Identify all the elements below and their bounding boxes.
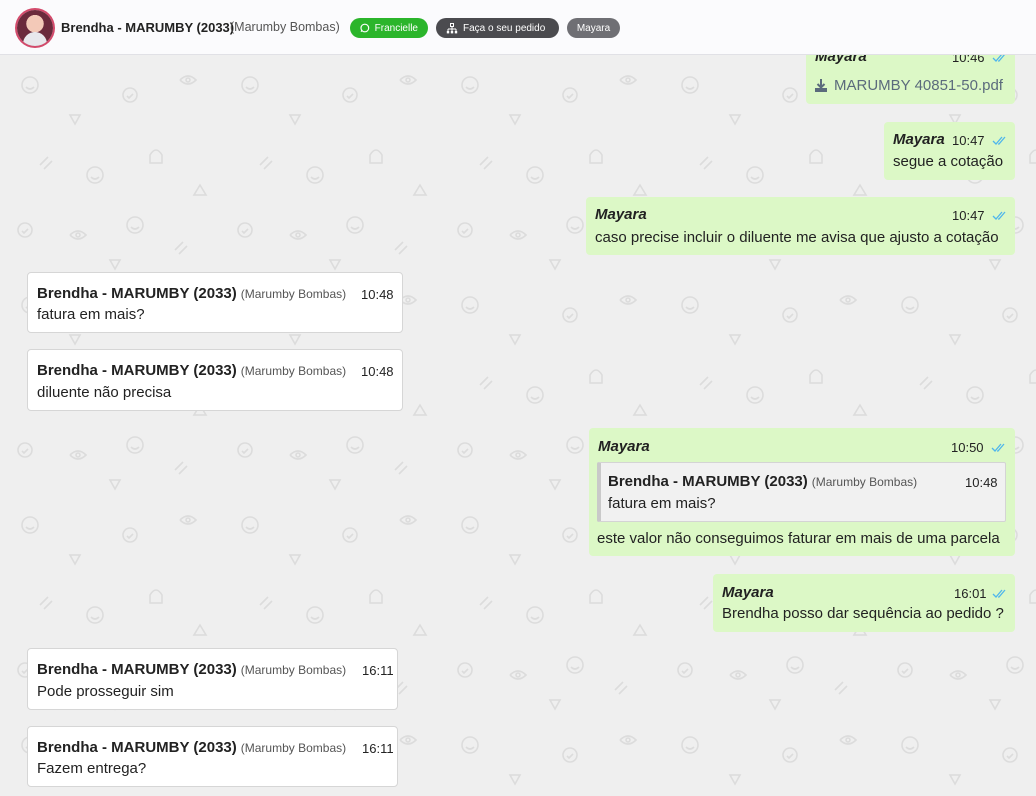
network-icon: [446, 22, 458, 33]
message-incoming[interactable]: Brendha - MARUMBY (2033) (Marumby Bombas)…: [27, 726, 398, 787]
message-sender: Mayara: [598, 438, 650, 455]
read-ticks-icon: [992, 136, 1006, 145]
file-attachment-link[interactable]: MARUMBY 40851-50.pdf: [814, 77, 1003, 94]
message-sender: Brendha - MARUMBY (2033) (Marumby Bombas): [37, 739, 347, 756]
message-sender: Mayara: [595, 206, 647, 223]
message-text: caso precise incluir o diluente me avisa…: [595, 229, 999, 246]
read-ticks-icon: [992, 211, 1006, 220]
message-incoming[interactable]: Brendha - MARUMBY (2033) (Marumby Bombas)…: [27, 648, 398, 710]
message-text: este valor não conseguimos faturar em ma…: [597, 530, 1000, 547]
message-text: diluente não precisa: [37, 384, 172, 401]
order-tag-label: Faça o seu pedido: [463, 22, 546, 34]
message-time: 10:47: [952, 208, 985, 223]
agent-tag-label: Francielle: [374, 22, 418, 34]
sender-company: (Marumby Bombas): [240, 364, 347, 378]
assignee-tag-label: Mayara: [576, 22, 611, 34]
message-incoming[interactable]: Brendha - MARUMBY (2033) (Marumby Bombas)…: [27, 272, 403, 333]
quoted-message[interactable]: Brendha - MARUMBY (2033) (Marumby Bombas)…: [597, 462, 1006, 522]
quoted-company: (Marumby Bombas): [811, 475, 918, 489]
message-time: 16:11: [362, 663, 394, 678]
message-text: Brendha posso dar sequência ao pedido ?: [722, 605, 1004, 622]
message-time: 10:48: [361, 364, 394, 379]
file-name: MARUMBY 40851-50.pdf: [834, 77, 1003, 94]
read-ticks-icon: [992, 589, 1006, 598]
avatar[interactable]: [17, 10, 53, 46]
message-sender: Brendha - MARUMBY (2033) (Marumby Bombas): [37, 661, 347, 678]
message-sender: Mayara: [722, 584, 774, 601]
message-time: 16:01: [954, 586, 987, 601]
message-incoming[interactable]: Brendha - MARUMBY (2033) (Marumby Bombas)…: [27, 349, 403, 411]
sender-company: (Marumby Bombas): [240, 663, 347, 677]
whatsapp-icon: [360, 23, 370, 33]
sender-company: (Marumby Bombas): [240, 287, 347, 301]
message-text: Pode prosseguir sim: [37, 683, 174, 700]
message-text: Fazem entrega?: [37, 760, 147, 777]
message-outgoing-reply[interactable]: Mayara 10:50 Brendha - MARUMBY (2033) (Ma…: [589, 428, 1015, 556]
read-ticks-icon: [991, 443, 1005, 452]
download-icon: [815, 79, 827, 92]
message-outgoing[interactable]: Mayara 16:01 Brendha posso dar sequência…: [713, 574, 1015, 632]
contact-name[interactable]: Brendha - MARUMBY (2033): [61, 20, 234, 35]
quoted-time: 10:48: [965, 475, 998, 490]
message-sender: Mayara: [893, 131, 945, 148]
message-time: 16:11: [362, 741, 394, 756]
agent-tag[interactable]: Francielle: [350, 18, 428, 38]
order-tag[interactable]: Faça o seu pedido: [436, 18, 559, 38]
message-time: 10:50: [951, 440, 984, 455]
quoted-sender: Brendha - MARUMBY (2033) (Marumby Bombas): [608, 473, 918, 490]
assignee-tag[interactable]: Mayara: [567, 18, 620, 38]
quoted-text: fatura em mais?: [608, 495, 716, 512]
message-time: 10:47: [952, 133, 985, 148]
message-sender: Brendha - MARUMBY (2033) (Marumby Bombas): [37, 285, 347, 302]
sender-company: (Marumby Bombas): [240, 741, 347, 755]
message-text: fatura em mais?: [37, 306, 145, 323]
chat-header: Brendha - MARUMBY (2033) (Marumby Bombas…: [0, 0, 1036, 55]
contact-company: (Marumby Bombas): [230, 20, 340, 34]
message-outgoing[interactable]: Mayara 10:47 caso precise incluir o dilu…: [586, 197, 1015, 255]
message-time: 10:48: [361, 287, 394, 302]
message-sender: Brendha - MARUMBY (2033) (Marumby Bombas): [37, 362, 347, 379]
message-text: segue a cotação: [893, 153, 1004, 170]
message-outgoing[interactable]: Mayara 10:47 segue a cotação: [884, 122, 1015, 180]
